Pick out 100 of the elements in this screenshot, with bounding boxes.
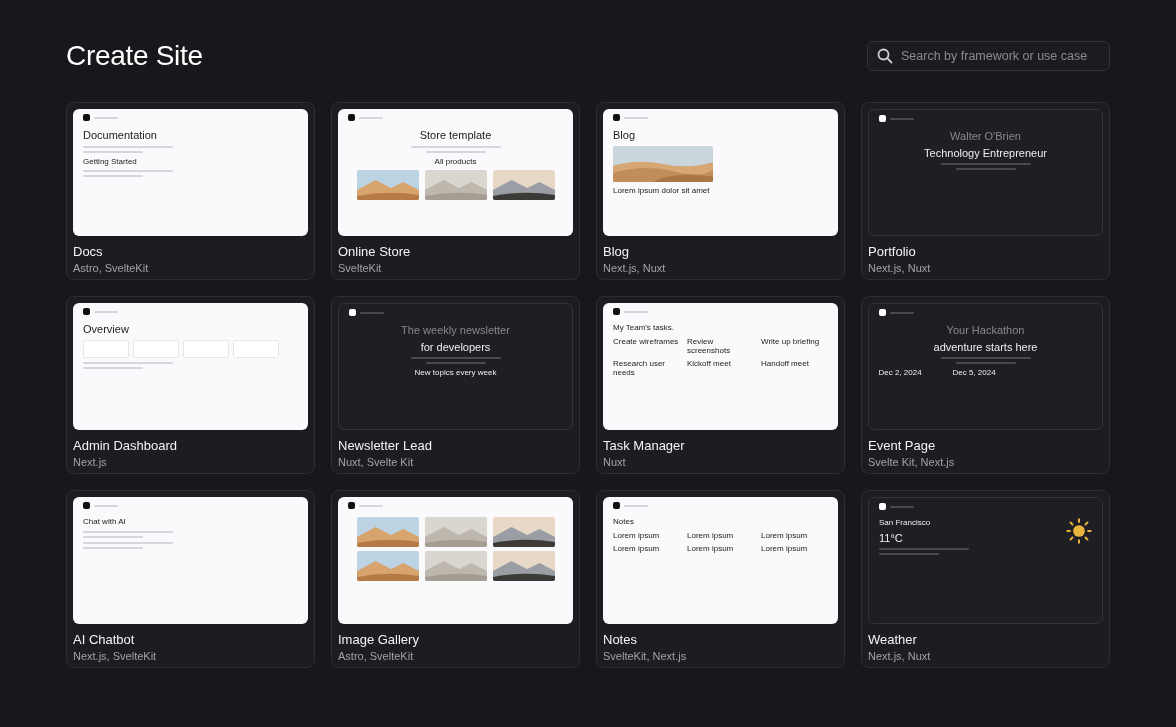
template-name: AI Chatbot xyxy=(73,632,136,648)
framework-list: Next.js, SvelteKit xyxy=(73,649,308,663)
preview-title: Overview xyxy=(83,323,129,336)
text-placeholder-line xyxy=(425,150,486,153)
framework-list: Astro, SvelteKit xyxy=(338,649,573,663)
logo-icon xyxy=(83,114,90,121)
preview-item: Lorem ipsum xyxy=(687,530,735,540)
logo-icon xyxy=(879,115,886,122)
preview-title: Documentation xyxy=(83,129,157,142)
text-placeholder-line xyxy=(955,168,1016,171)
text-placeholder-line xyxy=(879,553,939,556)
template-card[interactable]: Overview Admin Dashboard Next.js xyxy=(66,296,315,474)
text-placeholder-line xyxy=(624,116,648,119)
template-name: Blog xyxy=(603,244,631,260)
text-placeholder-line xyxy=(359,116,383,119)
preview-item: Dec 5, 2024 xyxy=(952,368,997,378)
text-placeholder-line xyxy=(624,504,648,507)
template-card[interactable]: San Francisco 11°C Weather Next.js, Nuxt xyxy=(861,490,1110,668)
framework-list: Next.js, Nuxt xyxy=(868,261,1103,275)
preview-item: Create wireframes xyxy=(613,336,679,348)
template-card[interactable]: Walter O'Brien Technology Entrepreneur Portfolio Next.js, Nuxt xyxy=(861,102,1110,280)
preview-item: Lorem ipsum xyxy=(613,530,661,540)
preview-heading: Notes xyxy=(613,517,634,527)
framework-list: Nuxt xyxy=(603,455,838,469)
template-name: Task Manager xyxy=(603,438,686,454)
framework-list: Nuxt, Svelte Kit xyxy=(338,455,573,469)
preview-item: Lorem ipsum xyxy=(613,543,661,553)
preview-heading: Getting Started xyxy=(83,156,137,167)
template-card[interactable]: Image Gallery Astro, SvelteKit xyxy=(331,490,580,668)
logo-icon xyxy=(348,114,355,121)
framework-list: Svelte Kit, Next.js xyxy=(868,455,1103,469)
template-name: Event Page xyxy=(868,438,937,454)
preview-heading: San Francisco xyxy=(879,518,931,528)
logo-icon xyxy=(613,308,620,315)
text-placeholder-line xyxy=(955,362,1016,365)
text-placeholder-line xyxy=(94,116,118,119)
preview-item: Lorem ipsum xyxy=(761,543,809,553)
preview-item: Kickoff meet xyxy=(687,358,732,370)
preview-title: The weekly newsletter xyxy=(401,324,510,337)
preview-heading: Lorem ipsum dolor sit amet xyxy=(613,185,710,196)
sun-icon xyxy=(1066,518,1092,545)
text-placeholder-line xyxy=(83,535,143,538)
preview-title: for developers xyxy=(420,340,491,354)
template-name: Image Gallery xyxy=(338,632,420,648)
template-name: Weather xyxy=(868,632,918,648)
text-placeholder-line xyxy=(83,175,143,178)
preview-heading: My Team's tasks. xyxy=(613,323,674,333)
preview-title: Technology Entrepreneur xyxy=(924,146,1047,160)
text-placeholder-line xyxy=(83,546,143,549)
preview-title: Walter O'Brien xyxy=(950,130,1021,143)
template-card[interactable]: The weekly newsletter for developers New topics every week Newsletter Lead Nuxt, Svelte Kit xyxy=(331,296,580,474)
template-name: Admin Dashboard xyxy=(73,438,179,454)
preview-item: Review screenshots xyxy=(687,336,732,355)
framework-list: Next.js, Nuxt xyxy=(868,649,1103,663)
logo-icon xyxy=(613,502,620,509)
template-card[interactable]: My Team's tasks. Create wireframes Review screenshots Write up briefing Research user needs Kickoff meet Handoff meet Task Manager Nuxt xyxy=(596,296,845,474)
template-name: Newsletter Lead xyxy=(338,438,433,454)
logo-icon xyxy=(83,502,90,509)
text-placeholder-line xyxy=(83,150,143,153)
logo-icon xyxy=(349,309,356,316)
logo-icon xyxy=(879,503,886,510)
template-card[interactable]: Your Hackathon adventure starts here Dec 2, 2024 Dec 5, 2024 Event Page Svelte Kit, Next.js xyxy=(861,296,1110,474)
template-card[interactable]: Chat with AI AI Chatbot Next.js, SvelteKit xyxy=(66,490,315,668)
stat-card xyxy=(83,339,129,358)
text-placeholder-line xyxy=(624,310,648,313)
page-title: Create Site xyxy=(66,40,203,72)
stat-card xyxy=(183,339,229,358)
text-placeholder-line xyxy=(359,504,383,507)
template-name: Portfolio xyxy=(868,244,917,260)
logo-icon xyxy=(83,308,90,315)
text-placeholder-line xyxy=(425,362,486,365)
preview-title: Store template xyxy=(419,129,492,142)
template-card[interactable]: Notes Lorem ipsum Lorem ipsum Lorem ipsum Lorem ipsum Lorem ipsum Lorem ipsum Notes SvelteKit, Next.js xyxy=(596,490,845,668)
logo-icon xyxy=(879,309,886,316)
preview-heading: New topics every week xyxy=(414,368,497,378)
search-field[interactable]: Search by framework or use case xyxy=(867,41,1110,71)
preview-item: Lorem ipsum xyxy=(761,530,809,540)
preview-title: Blog xyxy=(613,129,636,142)
framework-list: Next.js, Nuxt xyxy=(603,261,838,275)
preview-title: Your Hackathon xyxy=(946,324,1025,337)
template-card[interactable]: Documentation Getting Started Docs Astro, SvelteKit xyxy=(66,102,315,280)
template-card[interactable]: Store template All products Online Store SvelteKit xyxy=(331,102,580,280)
template-card[interactable]: Blog Lorem ipsum dolor sit amet Blog Next.js, Nuxt xyxy=(596,102,845,280)
preview-item: Handoff meet xyxy=(761,358,810,370)
framework-list: SvelteKit, Next.js xyxy=(603,649,838,663)
logo-icon xyxy=(613,114,620,121)
text-placeholder-line xyxy=(890,311,914,314)
text-placeholder-line xyxy=(83,366,143,369)
preview-item: Write up briefing xyxy=(761,336,821,348)
framework-list: Next.js xyxy=(73,455,308,469)
text-placeholder-line xyxy=(890,505,914,508)
template-name: Docs xyxy=(73,244,104,260)
stat-card xyxy=(233,339,279,358)
text-placeholder-line xyxy=(94,310,118,313)
preview-item: Research user needs xyxy=(613,358,667,378)
logo-icon xyxy=(348,502,355,509)
template-name: Online Store xyxy=(338,244,412,260)
preview-title: 11°C xyxy=(879,531,903,545)
preview-item: Dec 2, 2024 xyxy=(878,368,923,378)
text-placeholder-line xyxy=(360,311,384,314)
